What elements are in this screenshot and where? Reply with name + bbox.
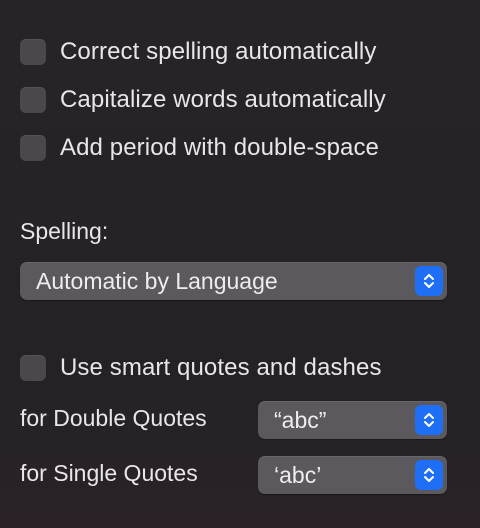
single-quotes-label: for Single Quotes (20, 460, 198, 486)
capitalize-words-checkbox[interactable] (20, 87, 46, 113)
spelling-popup-value: Automatic by Language (36, 268, 278, 294)
correct-spelling-label: Correct spelling automatically (60, 38, 377, 65)
single-quotes-popup-stepper[interactable] (415, 460, 443, 490)
capitalize-words-row[interactable]: Capitalize words automatically (20, 84, 386, 116)
spelling-popup[interactable]: Automatic by Language (20, 262, 447, 300)
correct-spelling-checkbox[interactable] (20, 39, 46, 65)
spelling-label: Spelling: (20, 218, 109, 244)
double-quotes-popup[interactable]: “abc” (258, 401, 447, 439)
spelling-popup-stepper[interactable] (415, 266, 443, 296)
text-input-settings-panel: Correct spelling automatically Capitaliz… (0, 0, 480, 528)
single-quotes-popup[interactable]: ‘abc’ (258, 456, 447, 494)
add-period-label: Add period with double-space (60, 134, 380, 161)
chevron-up-down-icon (424, 413, 434, 427)
add-period-checkbox[interactable] (20, 135, 46, 161)
smart-quotes-label: Use smart quotes and dashes (60, 354, 382, 381)
double-quotes-popup-stepper[interactable] (415, 405, 443, 435)
double-quotes-popup-value: “abc” (274, 407, 327, 433)
add-period-row[interactable]: Add period with double-space (20, 132, 379, 164)
smart-quotes-checkbox[interactable] (20, 355, 46, 381)
smart-quotes-row[interactable]: Use smart quotes and dashes (20, 352, 382, 384)
chevron-up-down-icon (424, 468, 434, 482)
double-quotes-label: for Double Quotes (20, 405, 207, 431)
capitalize-words-label: Capitalize words automatically (60, 86, 386, 113)
chevron-up-down-icon (424, 274, 434, 288)
correct-spelling-row[interactable]: Correct spelling automatically (20, 36, 376, 68)
single-quotes-popup-value: ‘abc’ (274, 462, 322, 488)
